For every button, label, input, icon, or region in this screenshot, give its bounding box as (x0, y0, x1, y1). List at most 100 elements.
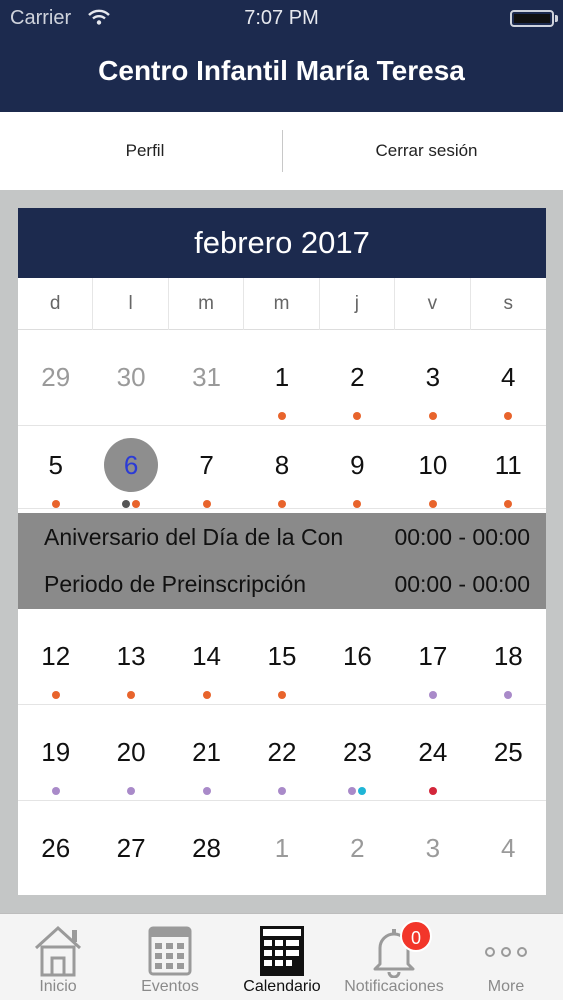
event-dots (244, 500, 319, 508)
calendar-day[interactable]: 29 (18, 330, 93, 426)
day-number: 16 (342, 641, 372, 671)
tab-calendario[interactable]: Calendario (226, 914, 338, 1000)
event-dot (428, 500, 437, 508)
weekday-label: d (18, 278, 94, 330)
day-number: 25 (493, 737, 523, 767)
calendar-day[interactable]: 2 (320, 330, 395, 426)
day-number: 9 (350, 450, 365, 480)
calendar-day[interactable]: 11 (471, 418, 546, 514)
subnav-divider (282, 130, 283, 172)
event-dots (169, 787, 244, 795)
calendar-day[interactable]: 3 (395, 801, 470, 895)
page-title: Centro Infantil María Teresa (98, 55, 465, 86)
day-number: 26 (41, 833, 71, 863)
tab-inicio[interactable]: Inicio (2, 914, 114, 1000)
calendar-day[interactable]: 4 (471, 330, 546, 426)
tab-notificaciones[interactable]: 0 Notificaciones (338, 914, 450, 1000)
calendar-month-title[interactable]: febrero 2017 (18, 208, 546, 278)
notification-badge: 0 (400, 920, 432, 952)
calendar-day[interactable]: 5 (18, 418, 93, 514)
event-dots (471, 787, 546, 795)
event-row[interactable]: Aniversario del Día de la Con 00:00 - 00… (44, 524, 530, 564)
event-dots (18, 500, 93, 508)
event-row[interactable]: Periodo de Preinscripción 00:00 - 00:00 (44, 571, 530, 611)
calendar-day[interactable]: 2 (320, 801, 395, 895)
tab-label: Inicio (39, 978, 77, 995)
profile-button[interactable]: Perfil (0, 112, 290, 190)
battery-icon (510, 10, 554, 27)
logout-button[interactable]: Cerrar sesión (290, 112, 563, 190)
calendar-grid-icon (260, 926, 304, 976)
status-bar: Carrier 7:07 PM (0, 0, 563, 36)
event-dot (202, 691, 211, 699)
calendar-day[interactable]: 12 (18, 609, 93, 705)
event-dots (18, 787, 93, 795)
calendar-day[interactable]: 28 (169, 801, 244, 895)
tab-label: Eventos (141, 978, 199, 995)
calendar-day[interactable]: 10 (395, 418, 470, 514)
calendar-day[interactable]: 27 (93, 801, 168, 895)
calendar-day[interactable]: 21 (169, 705, 244, 801)
event-dot (277, 500, 286, 508)
calendar-day[interactable]: 4 (471, 801, 546, 895)
tab-label: More (487, 978, 525, 995)
day-events-panel: Aniversario del Día de la Con 00:00 - 00… (18, 513, 546, 609)
calendar-day[interactable]: 18 (471, 609, 546, 705)
event-name: Periodo de Preinscripción (44, 571, 307, 597)
day-number: 1 (274, 833, 290, 863)
calendar-day[interactable]: 17 (395, 609, 470, 705)
day-number: 22 (267, 737, 297, 767)
day-number: 3 (425, 833, 441, 863)
event-dot (202, 787, 211, 795)
calendar-day[interactable]: 14 (169, 609, 244, 705)
weekday-label: v (395, 278, 471, 330)
day-number: 18 (493, 641, 523, 671)
day-number: 23 (342, 737, 372, 767)
event-dots (244, 691, 319, 699)
event-dots (471, 500, 546, 508)
calendar-day[interactable]: 30 (93, 330, 168, 426)
calendar-day[interactable]: 1 (244, 801, 319, 895)
calendar-day[interactable]: 20 (93, 705, 168, 801)
event-dots (471, 691, 546, 699)
tab-eventos[interactable]: Eventos (114, 914, 226, 1000)
calendar-day-today[interactable]: 6 (93, 418, 168, 514)
day-number: 4 (501, 362, 516, 392)
calendar-day[interactable]: 7 (169, 418, 244, 514)
calendar-day[interactable]: 16 (320, 609, 395, 705)
day-number: 8 (274, 450, 290, 480)
calendar-day[interactable]: 13 (93, 609, 168, 705)
calendar-day[interactable]: 1 (244, 330, 319, 426)
event-dots (169, 691, 244, 699)
calendar-day[interactable]: 9 (320, 418, 395, 514)
calendar-day[interactable]: 23 (320, 705, 395, 801)
calendar-day[interactable]: 22 (244, 705, 319, 801)
day-number: 1 (274, 362, 290, 392)
event-dot (277, 691, 286, 699)
event-dot (353, 500, 362, 508)
day-number: 2 (350, 362, 365, 392)
tab-more[interactable]: More (450, 914, 562, 1000)
day-number: 24 (418, 737, 448, 767)
calendar-day[interactable]: 15 (244, 609, 319, 705)
day-number: 15 (267, 641, 297, 671)
calendar-icon (148, 926, 192, 976)
day-number: 2 (350, 833, 365, 863)
calendar-day[interactable]: 24 (395, 705, 470, 801)
calendar-day[interactable]: 25 (471, 705, 546, 801)
event-dots (18, 883, 93, 891)
event-dot (122, 500, 131, 508)
event-dot (51, 787, 60, 795)
day-number: 21 (192, 737, 222, 767)
calendar-day[interactable]: 31 (169, 330, 244, 426)
day-number: 4 (501, 833, 516, 863)
tab-bar: Inicio Eventos Calendario 0 Notificacion… (0, 913, 563, 1000)
calendar-day[interactable]: 8 (244, 418, 319, 514)
calendar-day[interactable]: 19 (18, 705, 93, 801)
weekday-label: m (244, 278, 320, 330)
event-dots (169, 500, 244, 508)
calendar-day[interactable]: 26 (18, 801, 93, 895)
calendar-day[interactable]: 3 (395, 330, 470, 426)
day-number: 6 (123, 450, 139, 480)
event-dot (428, 691, 437, 699)
